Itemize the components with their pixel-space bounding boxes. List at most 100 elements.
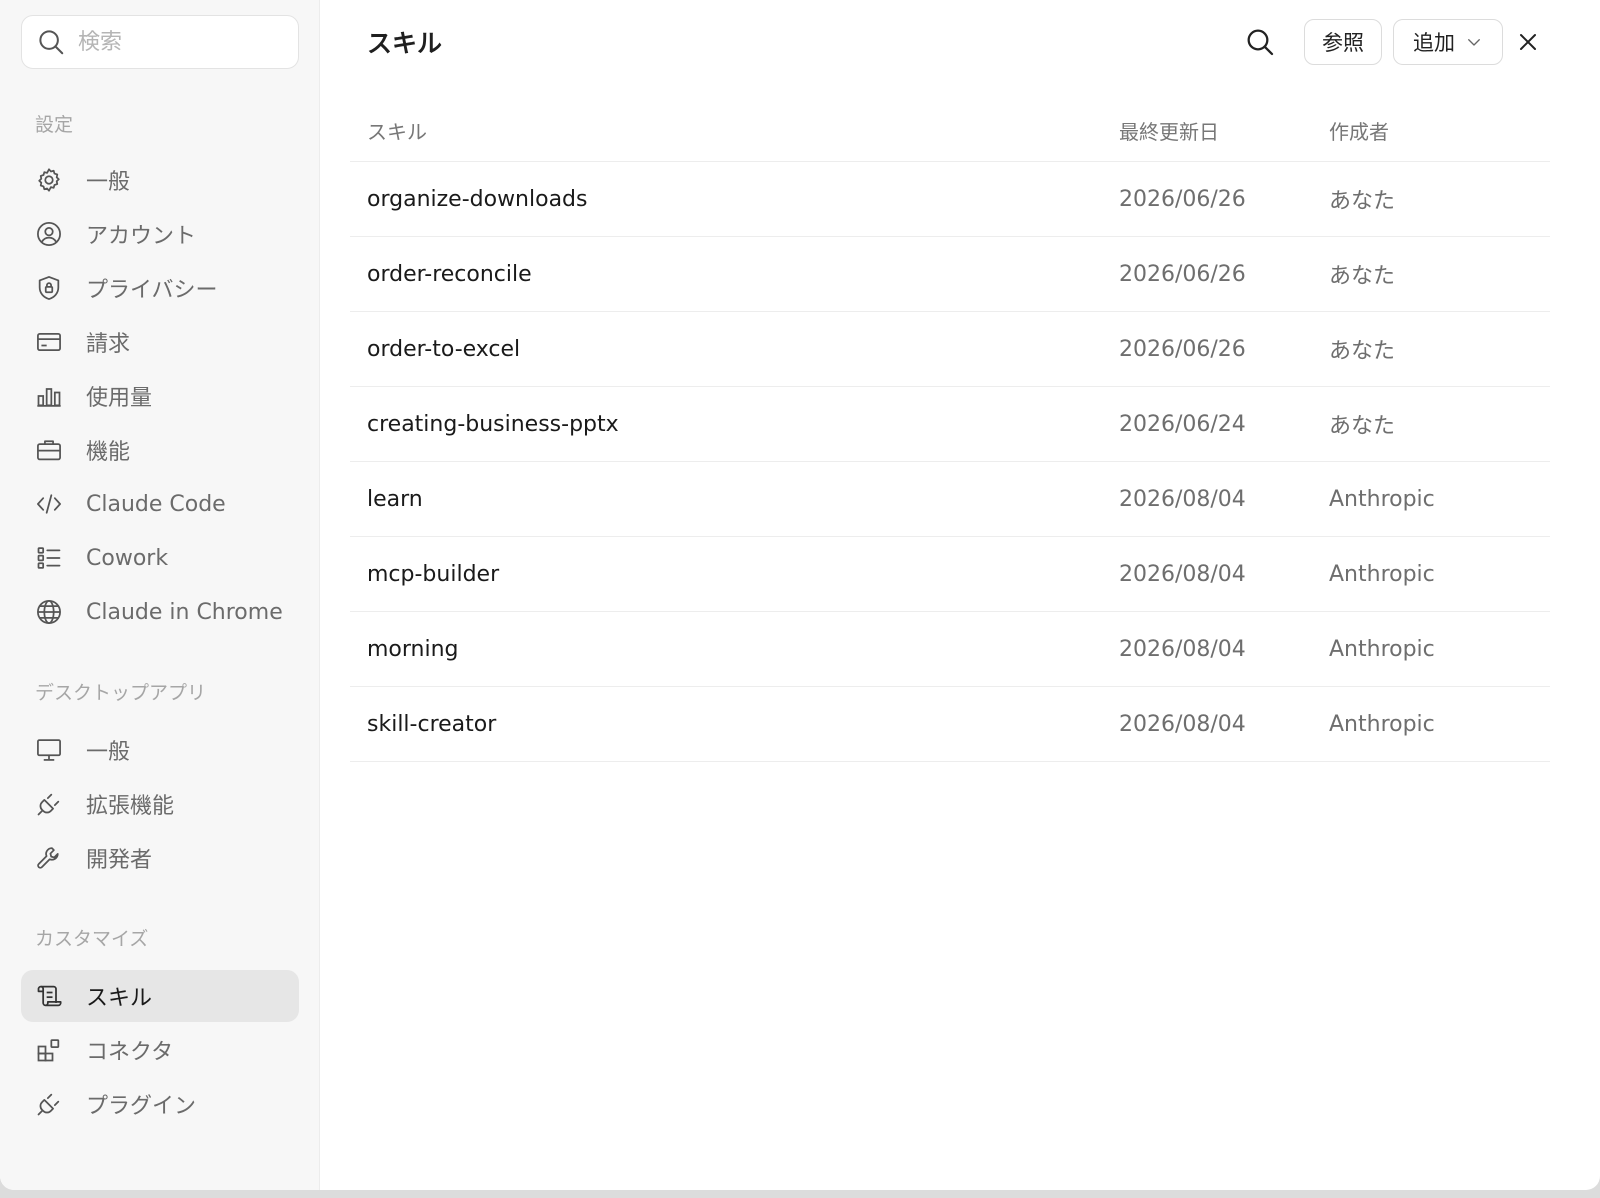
search-icon: [1247, 29, 1274, 56]
skill-updated: 2026/08/04: [1119, 561, 1246, 587]
skill-author: あなた: [1329, 339, 1396, 364]
skill-name: organize-downloads: [367, 186, 588, 212]
table-row[interactable]: mcp-builder 2026/08/04 Anthropic: [350, 537, 1550, 612]
briefcase-icon: [35, 436, 63, 464]
sidebar-item-claude-in-chrome[interactable]: Claude in Chrome: [21, 586, 299, 638]
sidebar-item-label: Claude Code: [86, 491, 226, 517]
code-icon: [35, 490, 63, 518]
sidebar-item-cowork[interactable]: Cowork: [21, 532, 299, 584]
sidebar-search-input[interactable]: [78, 29, 278, 55]
sidebar-item-connectors[interactable]: コネクタ: [21, 1024, 299, 1076]
skill-updated: 2026/06/24: [1119, 411, 1246, 437]
sidebar-item-label: コネクタ: [86, 1040, 174, 1065]
section-label-desktop-app: デスクトップアプリ: [35, 682, 207, 704]
scroll-icon: [35, 982, 63, 1010]
skill-name: mcp-builder: [367, 561, 500, 587]
sidebar-item-label: Claude in Chrome: [86, 599, 283, 625]
sidebar-item-label: 一般: [86, 740, 131, 765]
column-header-updated[interactable]: 最終更新日: [1102, 116, 1312, 145]
skill-name: morning: [367, 636, 459, 662]
skill-name: skill-creator: [367, 711, 497, 737]
table-row[interactable]: learn 2026/08/04 Anthropic: [350, 462, 1550, 537]
skill-author: Anthropic: [1329, 711, 1435, 737]
sidebar-search-box[interactable]: [21, 15, 299, 69]
sidebar-item-label: プライバシー: [86, 278, 218, 303]
sidebar-item-privacy[interactable]: プライバシー: [21, 262, 299, 314]
sidebar-item-label: 機能: [86, 440, 131, 465]
sidebar-item-claude-code[interactable]: Claude Code: [21, 478, 299, 530]
sidebar-item-label: スキル: [86, 986, 153, 1011]
section-label-settings: 設定: [35, 114, 74, 136]
close-icon: [1520, 34, 1536, 50]
skill-updated: 2026/08/04: [1119, 486, 1246, 512]
sidebar-item-label: 拡張機能: [86, 794, 175, 819]
skill-name: creating-business-pptx: [367, 411, 619, 437]
skill-author: あなた: [1329, 414, 1396, 439]
sidebar-item-label: プラグイン: [86, 1094, 197, 1119]
page-title: スキル: [367, 29, 443, 58]
skill-name: learn: [367, 486, 423, 512]
section-label-customize: カスタマイズ: [35, 928, 149, 950]
monitor-icon: [35, 736, 63, 764]
skill-updated: 2026/08/04: [1119, 711, 1246, 737]
sidebar-item-billing[interactable]: 請求: [21, 316, 299, 368]
sidebar-item-label: 使用量: [86, 386, 153, 411]
credit-card-icon: [35, 328, 63, 356]
column-header-author[interactable]: 作成者: [1312, 116, 1550, 145]
skill-updated: 2026/06/26: [1119, 336, 1246, 362]
table-row[interactable]: creating-business-pptx 2026/06/24 あなた: [350, 387, 1550, 462]
skill-updated: 2026/08/04: [1119, 636, 1246, 662]
sidebar-item-label: 請求: [86, 332, 131, 357]
skill-author: Anthropic: [1329, 636, 1435, 662]
gear-icon: [35, 166, 63, 194]
checklist-icon: [35, 544, 63, 572]
table-row[interactable]: morning 2026/08/04 Anthropic: [350, 612, 1550, 687]
sidebar-item-label: アカウント: [86, 224, 197, 249]
sidebar-item-extensions[interactable]: 拡張機能: [21, 778, 299, 830]
skills-panel: スキル 参照 追加 スキル 最終更新日 作成者 organize-downloa…: [320, 0, 1600, 1190]
add-button-label: 追加: [1413, 31, 1455, 55]
sidebar-item-account[interactable]: アカウント: [21, 208, 299, 260]
globe-icon: [35, 598, 63, 626]
skill-author: Anthropic: [1329, 561, 1435, 587]
skill-name: order-to-excel: [367, 336, 521, 362]
skill-updated: 2026/06/26: [1119, 261, 1246, 287]
table-row[interactable]: skill-creator 2026/08/04 Anthropic: [350, 687, 1550, 762]
plug-icon: [35, 790, 63, 818]
shield-icon: [35, 274, 63, 302]
user-circle-icon: [35, 220, 63, 248]
skill-author: Anthropic: [1329, 486, 1435, 512]
blocks-icon: [35, 1036, 63, 1064]
sidebar-item-skills[interactable]: スキル: [21, 970, 299, 1022]
add-dropdown-button[interactable]: 追加: [1393, 19, 1503, 65]
skills-table: スキル 最終更新日 作成者 organize-downloads 2026/06…: [350, 100, 1550, 762]
search-icon: [39, 30, 64, 55]
skill-name: order-reconcile: [367, 261, 532, 287]
table-row[interactable]: organize-downloads 2026/06/26 あなた: [350, 162, 1550, 237]
settings-window: 設定 一般 アカウント プライバシー 請求: [0, 0, 1600, 1190]
sidebar-item-general[interactable]: 一般: [21, 154, 299, 206]
sidebar-item-desktop-general[interactable]: 一般: [21, 724, 299, 776]
skill-author: あなた: [1329, 264, 1396, 289]
bar-chart-icon: [35, 382, 63, 410]
browse-button[interactable]: 参照: [1304, 19, 1382, 65]
sidebar-item-developer[interactable]: 開発者: [21, 832, 299, 884]
skill-updated: 2026/06/26: [1119, 186, 1246, 212]
table-row[interactable]: order-reconcile 2026/06/26 あなた: [350, 237, 1550, 312]
sidebar-item-usage[interactable]: 使用量: [21, 370, 299, 422]
sidebar-item-label: 開発者: [86, 848, 153, 873]
skills-search-button[interactable]: [1240, 22, 1280, 62]
wrench-icon: [35, 844, 63, 872]
sidebar-item-label: Cowork: [86, 545, 169, 571]
column-header-skill[interactable]: スキル: [350, 116, 1102, 145]
table-header: スキル 最終更新日 作成者: [350, 100, 1550, 162]
chevron-down-icon: [1468, 39, 1480, 46]
skill-author: あなた: [1329, 189, 1396, 214]
sidebar-item-features[interactable]: 機能: [21, 424, 299, 476]
sidebar-item-plugins[interactable]: プラグイン: [21, 1078, 299, 1130]
plug-icon: [35, 1090, 63, 1118]
close-button[interactable]: [1510, 24, 1546, 60]
table-row[interactable]: order-to-excel 2026/06/26 あなた: [350, 312, 1550, 387]
sidebar-item-label: 一般: [86, 170, 131, 195]
sidebar: 設定 一般 アカウント プライバシー 請求: [0, 0, 320, 1190]
